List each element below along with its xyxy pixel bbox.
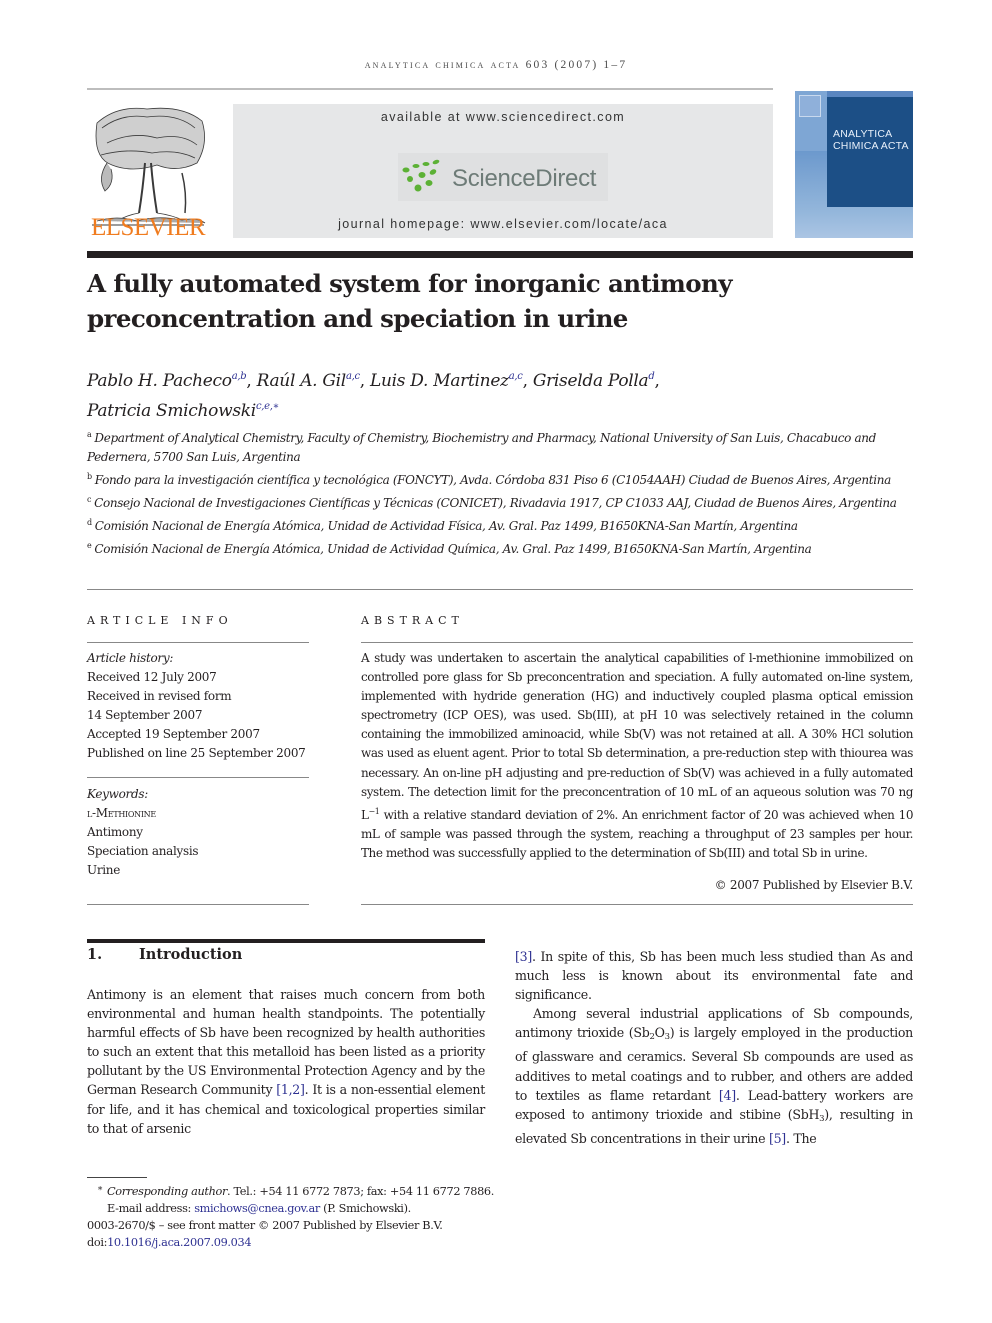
author[interactable]: Raúl A. Gila,c: [257, 371, 360, 391]
journal-homepage-link[interactable]: journal homepage: www.elsevier.com/locat…: [233, 217, 773, 231]
keyword: Speciation analysis: [87, 844, 199, 858]
author-list: Pablo H. Pachecoa,b, Raúl A. Gila,c, Lui…: [87, 371, 660, 421]
history-label: Article history:: [87, 651, 174, 665]
abstract-heading: Abstract: [361, 614, 464, 627]
divider: [361, 904, 913, 905]
email-link[interactable]: smichows@cnea.gov.ar: [194, 1202, 320, 1215]
sciencedirect-wordmark: ScienceDirect: [452, 165, 597, 192]
body-column-left: Antimony is an element that raises much …: [87, 985, 485, 1138]
journal-cover: ANALYTICA CHIMICA ACTA: [795, 91, 913, 238]
article-info-heading: Article Info: [87, 614, 233, 627]
article-history: Article history: Received 12 July 2007 R…: [87, 649, 312, 763]
footnote-rule: [87, 1177, 147, 1178]
citation-link[interactable]: [4]: [719, 1088, 736, 1103]
keyword: Urine: [87, 863, 121, 877]
divider: [87, 777, 309, 778]
history-item: 14 September 2007: [87, 708, 203, 722]
header-rule: [87, 88, 773, 90]
history-item: Received 12 July 2007: [87, 670, 217, 684]
sciencedirect-link[interactable]: available at www.sciencedirect.com: [233, 110, 773, 124]
citation-link[interactable]: [1,2]: [276, 1082, 305, 1097]
history-item: Published on line 25 September 2007: [87, 746, 306, 760]
sciencedirect-dots-icon: [402, 159, 440, 192]
cover-emblem-icon: [799, 95, 821, 117]
divider: [87, 642, 309, 643]
author[interactable]: Griselda Pollad: [533, 371, 655, 391]
paragraph: [3]. In spite of this, Sb has been much …: [515, 949, 913, 1003]
footnotes: * Corresponding author. Tel.: +54 11 6772…: [87, 1183, 527, 1251]
issn-line: 0003-2670/$ – see front matter © 2007 Pu…: [87, 1219, 443, 1232]
citation-link[interactable]: [5]: [769, 1131, 786, 1146]
citation-link[interactable]: [3]: [515, 949, 532, 964]
history-item: Accepted 19 September 2007: [87, 727, 260, 741]
author[interactable]: Luis D. Martineza,c: [370, 371, 523, 391]
cover-title-line2: CHIMICA ACTA: [833, 140, 909, 152]
affiliation: e Comisión Nacional de Energía Atómica, U…: [87, 541, 812, 556]
affiliation: d Comisión Nacional de Energía Atómica, U…: [87, 518, 798, 533]
running-header: analytica chimica acta 603 (2007) 1–7: [364, 59, 628, 71]
divider: [87, 589, 913, 590]
body-column-right: [3]. In spite of this, Sb has been much …: [515, 947, 913, 1148]
article-title: A fully automated system for inorganic a…: [87, 269, 732, 333]
abstract-copyright: © 2007 Published by Elsevier B.V.: [714, 878, 914, 892]
keywords: Keywords: l-Methionine Antimony Speciati…: [87, 785, 312, 880]
section-rule: [87, 939, 485, 943]
elsevier-wordmark: ELSEVIER: [90, 214, 206, 241]
keyword: Antimony: [87, 825, 143, 839]
affiliation: a Department of Analytical Chemistry, Fac…: [87, 430, 877, 464]
keywords-label: Keywords:: [87, 787, 148, 801]
section-heading: 1. Introduction: [87, 946, 243, 963]
cover-title-line1: ANALYTICA: [833, 128, 893, 140]
paragraph: Antimony is an element that raises much …: [87, 987, 485, 1136]
paragraph: Among several industrial applications of…: [515, 1006, 913, 1146]
divider: [87, 904, 309, 905]
email-note: E-mail address: smichows@cnea.gov.ar (P.…: [107, 1202, 411, 1215]
abstract-text: A study was undertaken to ascertain the …: [361, 651, 913, 860]
divider: [361, 642, 913, 643]
corresponding-author-note: * Corresponding author. Tel.: +54 11 6772…: [97, 1185, 495, 1198]
affiliations: a Department of Analytical Chemistry, Fac…: [87, 425, 913, 559]
author[interactable]: Pablo H. Pachecoa,b: [87, 371, 247, 391]
history-item: Received in revised form: [87, 689, 232, 703]
doi-link[interactable]: 10.1016/j.aca.2007.09.034: [107, 1236, 251, 1249]
affiliation: b Fondo para la investigación científica …: [87, 472, 891, 487]
affiliation: c Consejo Nacional de Investigaciones Cie…: [87, 495, 897, 510]
keyword: l-Methionine: [87, 806, 156, 820]
masthead-rule: [87, 251, 913, 258]
cover-title-panel: [827, 97, 913, 207]
doi-line: doi:10.1016/j.aca.2007.09.034: [87, 1236, 252, 1249]
author[interactable]: Patricia Smichowskic,e,∗: [87, 401, 279, 421]
